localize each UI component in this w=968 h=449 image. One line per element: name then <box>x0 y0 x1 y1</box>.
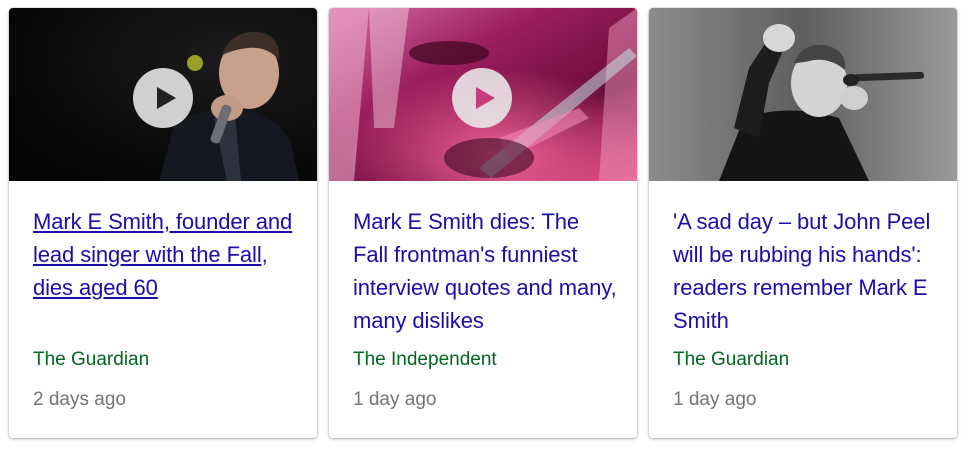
news-thumbnail[interactable] <box>9 8 317 181</box>
news-thumbnail[interactable] <box>649 8 957 181</box>
card-body: 'A sad day – but John Peel will be rubbi… <box>673 205 937 438</box>
headline-link[interactable]: 'A sad day – but John Peel will be rubbi… <box>673 205 937 337</box>
top-stories-carousel: Mark E Smith, founder and lead singer wi… <box>0 0 968 449</box>
card-body: Mark E Smith dies: The Fall frontman's f… <box>353 205 617 438</box>
published-time: 1 day ago <box>673 389 757 410</box>
play-icon <box>156 87 176 109</box>
news-thumbnail[interactable] <box>329 8 637 181</box>
source-name: The Independent <box>353 349 497 370</box>
published-time: 1 day ago <box>353 389 437 410</box>
play-button[interactable] <box>452 68 512 128</box>
news-card[interactable]: 'A sad day – but John Peel will be rubbi… <box>649 8 957 438</box>
card-body: Mark E Smith, founder and lead singer wi… <box>33 205 297 438</box>
news-card[interactable]: Mark E Smith dies: The Fall frontman's f… <box>329 8 637 438</box>
headline-link[interactable]: Mark E Smith dies: The Fall frontman's f… <box>353 205 617 337</box>
published-time: 2 days ago <box>33 389 126 410</box>
play-button[interactable] <box>133 68 193 128</box>
news-card[interactable]: Mark E Smith, founder and lead singer wi… <box>9 8 317 438</box>
source-name: The Guardian <box>33 349 150 370</box>
source-name: The Guardian <box>673 349 790 370</box>
thumbnail-image <box>649 8 957 181</box>
headline-link[interactable]: Mark E Smith, founder and lead singer wi… <box>33 205 297 304</box>
play-icon <box>475 87 495 109</box>
